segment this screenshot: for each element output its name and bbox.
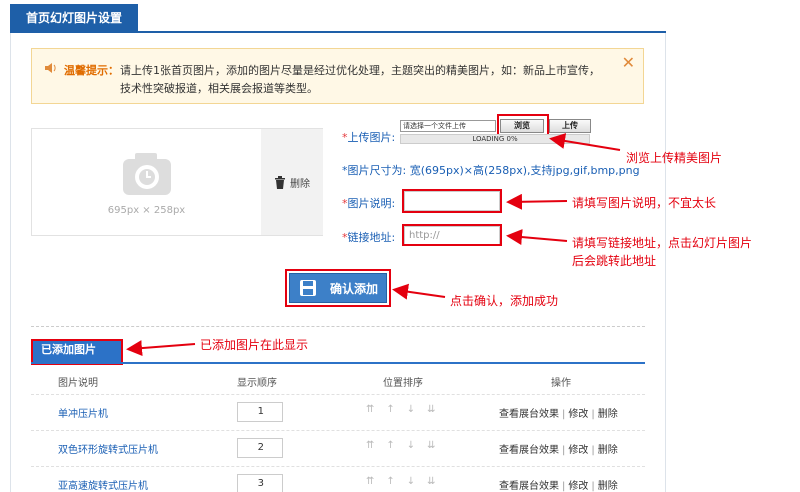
delete-link[interactable]: 删除 bbox=[598, 445, 618, 456]
row-1-order-input[interactable]: 1 bbox=[237, 402, 283, 422]
section-divider bbox=[31, 326, 645, 327]
row-2-sort-arrows[interactable]: ⇈↑↓⇊ bbox=[366, 440, 448, 451]
edit-link[interactable]: 修改 bbox=[568, 445, 588, 456]
view-link[interactable]: 查看展台效果 bbox=[499, 445, 559, 456]
annotation-link-line2: 后会跳转此地址 bbox=[572, 254, 657, 268]
row-3-name[interactable]: 亚高速旋转式压片机 bbox=[58, 477, 148, 492]
col-header-desc: 图片说明 bbox=[58, 378, 98, 389]
arrow-browse bbox=[549, 133, 621, 151]
row-3-sort-arrows[interactable]: ⇈↑↓⇊ bbox=[366, 476, 448, 487]
edit-link[interactable]: 修改 bbox=[568, 481, 588, 492]
row-3-actions: 查看展台效果 | 修改 | 删除 bbox=[499, 481, 618, 492]
col-header-actions: 操作 bbox=[551, 378, 571, 389]
row-2-name[interactable]: 双色环形旋转式压片机 bbox=[58, 441, 158, 456]
view-link[interactable]: 查看展台效果 bbox=[499, 481, 559, 492]
page: { "header": {"title": "首页幻灯图片设置"}, "tip"… bbox=[0, 0, 800, 492]
row-divider bbox=[31, 430, 645, 431]
row-1-sort-arrows[interactable]: ⇈↑↓⇊ bbox=[366, 404, 448, 415]
arrow-added bbox=[126, 340, 196, 357]
annotation-link-line1: 请填写链接地址，点击幻灯片图片 bbox=[572, 236, 753, 250]
row-2-order-input[interactable]: 2 bbox=[237, 438, 283, 458]
arrow-link bbox=[506, 229, 568, 246]
view-link[interactable]: 查看展台效果 bbox=[499, 409, 559, 420]
row-1-actions: 查看展台效果 | 修改 | 删除 bbox=[499, 409, 618, 420]
annotation-added: 已添加图片在此显示 bbox=[200, 338, 309, 352]
arrow-confirm bbox=[392, 283, 446, 300]
row-divider bbox=[31, 394, 645, 395]
col-header-position: 位置排序 bbox=[383, 378, 423, 389]
arrow-desc bbox=[506, 193, 568, 210]
annotation-confirm: 点击确认，添加成功 bbox=[450, 294, 559, 308]
row-divider bbox=[31, 466, 645, 467]
delete-link[interactable]: 删除 bbox=[598, 481, 618, 492]
row-3-order-input[interactable]: 3 bbox=[237, 474, 283, 492]
row-2-actions: 查看展台效果 | 修改 | 删除 bbox=[499, 445, 618, 456]
annotation-desc: 请填写图片说明，不宜太长 bbox=[572, 196, 717, 210]
delete-link[interactable]: 删除 bbox=[598, 409, 618, 420]
annotation-browse: 浏览上传精美图片 bbox=[626, 151, 723, 165]
added-underline bbox=[31, 362, 645, 364]
edit-link[interactable]: 修改 bbox=[568, 409, 588, 420]
col-header-order: 显示顺序 bbox=[237, 378, 277, 389]
row-1-name[interactable]: 单冲压片机 bbox=[58, 405, 108, 420]
